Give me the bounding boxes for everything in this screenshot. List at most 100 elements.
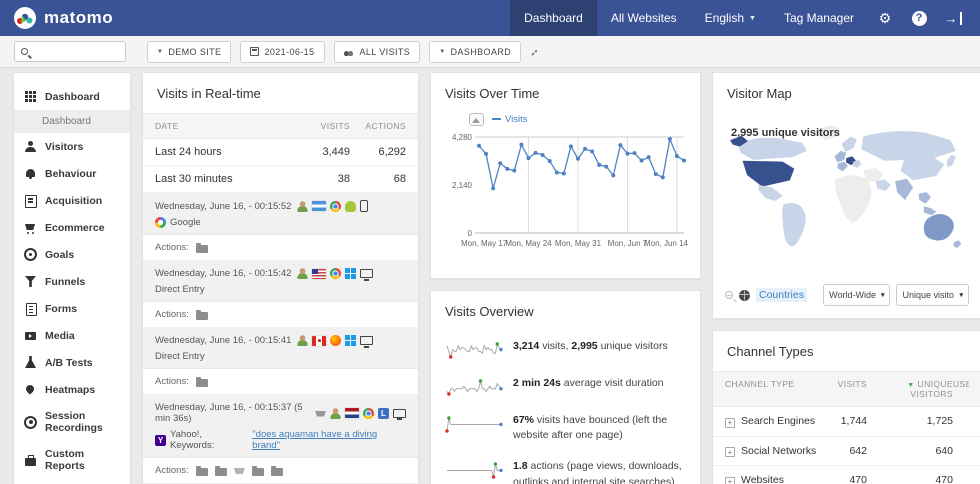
sparkline[interactable] (445, 340, 503, 360)
drop-icon (24, 383, 37, 396)
zoom-out-icon[interactable] (725, 291, 733, 299)
visit-row[interactable]: Wednesday, June 16, - 00:15:41Direct Ent… (143, 328, 418, 369)
keyword-link[interactable]: "does aquaman have a diving brand" (252, 429, 406, 451)
realtime-col-visits[interactable]: VISITS (292, 121, 350, 131)
expand-plus-icon[interactable]: + (725, 477, 735, 484)
visits-line-chart: 02,1404,280Mon, May 17Mon, May 24Mon, Ma… (441, 115, 690, 267)
expand-plus-icon[interactable]: + (725, 447, 735, 457)
gear-icon[interactable]: ⚙ (868, 0, 902, 36)
folder-icon (196, 379, 208, 387)
sidebar-item-session-recordings[interactable]: Session Recordings (14, 403, 130, 441)
flask-icon (24, 356, 37, 369)
cart-icon (24, 221, 37, 234)
cart-icon (315, 411, 326, 417)
channel-label[interactable]: +Search Engines (725, 415, 817, 428)
sidebar-item-heatmaps[interactable]: Heatmaps (14, 376, 130, 403)
target-icon (24, 248, 37, 261)
summary-actions: 6,292 (350, 146, 406, 158)
referrer-text: Yahoo!, Keywords: (170, 429, 248, 451)
sidebar-item-behaviour[interactable]: Behaviour (14, 160, 130, 187)
channel-label[interactable]: +Social Networks (725, 445, 817, 458)
col-channel-type[interactable]: CHANNEL TYPE (725, 379, 817, 399)
nav-item-english[interactable]: English▼ (691, 0, 770, 36)
world-map[interactable] (723, 117, 971, 267)
countries-link[interactable]: Countries (756, 288, 807, 302)
sidebar-item-label: Heatmaps (45, 384, 95, 396)
channel-visits: 1,744 (817, 415, 867, 427)
overview-text: 2 min 24s average visit duration (513, 376, 664, 391)
expand-zen-icon[interactable]: ↕ (528, 44, 542, 58)
book-icon (24, 194, 37, 207)
sidebar-item-forms[interactable]: Forms (14, 295, 130, 322)
sidebar-item-goals[interactable]: Goals (14, 241, 130, 268)
col-users[interactable]: USERS (953, 379, 969, 399)
sidebar-item-custom-reports[interactable]: Custom Reports (14, 441, 130, 479)
media-icon (24, 329, 37, 342)
linux-icon: L (378, 408, 389, 419)
overview-text: 3,214 visits, 2,995 unique visitors (513, 339, 668, 354)
sidebar-item-visitors[interactable]: Visitors (14, 133, 130, 160)
channel-visits: 470 (817, 474, 867, 484)
sidebar-item-label: Visitors (45, 141, 83, 153)
channel-label[interactable]: +Websites (725, 474, 817, 484)
folder-icon (215, 468, 227, 476)
brand-text: matomo (44, 8, 113, 28)
visit-referrer-line: YYahoo!, Keywords: "does aquaman have a … (155, 429, 406, 451)
legend-visits[interactable]: Visits (492, 114, 528, 125)
sidebar-item-acquisition[interactable]: Acquisition (14, 187, 130, 214)
visit-row[interactable]: Wednesday, June 16, - 00:15:52Google (143, 193, 418, 235)
visit-row[interactable]: Wednesday, June 16, - 00:15:37 (5 min 36… (143, 395, 418, 458)
search-input[interactable] (33, 46, 119, 57)
visit-actions-row: Actions: (143, 235, 418, 261)
nav-item-all-websites[interactable]: All Websites (597, 0, 691, 36)
chevron-down-icon: ▼ (749, 15, 756, 22)
sidebar-item-label: Forms (45, 303, 77, 315)
metric-select[interactable]: Unique visitors▾ (896, 284, 969, 306)
people-icon (24, 140, 37, 153)
visit-row[interactable]: Wednesday, June 16, - 00:15:42Direct Ent… (143, 261, 418, 302)
actions-label: Actions: (155, 465, 189, 476)
col-visits[interactable]: VISITS (817, 379, 867, 399)
widget-title: Visitor Map (713, 73, 980, 113)
calendar-icon (250, 47, 259, 56)
quickbar-2021-06-15-button[interactable]: 2021-06-15 (240, 41, 324, 63)
sidebar-item-dashboard[interactable]: Dashboard (14, 83, 130, 110)
quickbar-demo-site-button[interactable]: ▼DEMO SITE (147, 41, 231, 63)
desktop-icon (393, 409, 406, 418)
sparkline[interactable] (445, 460, 503, 480)
help-icon[interactable]: ? (902, 0, 936, 36)
overview-row: 1.8 actions (page views, downloads, outl… (431, 451, 700, 484)
windows-icon (345, 268, 356, 279)
col-unique-visitors[interactable]: UNIQUE VISITORS (910, 379, 953, 399)
sidebar-item-funnels[interactable]: Funnels (14, 268, 130, 295)
folder-icon (252, 468, 264, 476)
sparkline[interactable] (445, 377, 503, 397)
expand-plus-icon[interactable]: + (725, 418, 735, 428)
region-select[interactable]: World-Wide▾ (823, 284, 890, 306)
visit-actions-row: Actions: (143, 302, 418, 328)
sidebar-item-media[interactable]: Media (14, 322, 130, 349)
svg-text:Mon, May 17: Mon, May 17 (461, 239, 508, 248)
realtime-col-date[interactable]: DATE (155, 121, 292, 131)
sidebar-item-ecommerce[interactable]: Ecommerce (14, 214, 130, 241)
sidebar-item-label: Behaviour (45, 168, 96, 180)
realtime-col-actions[interactable]: ACTIONS (350, 121, 406, 131)
top-navbar: matomo DashboardAll WebsitesEnglish▼Tag … (0, 0, 980, 36)
button-label: DASHBOARD (451, 47, 512, 57)
export-image-icon[interactable] (469, 113, 484, 126)
matomo-brand[interactable]: matomo (14, 7, 113, 29)
signin-icon[interactable]: → (936, 0, 970, 36)
quickbar-dashboard-button[interactable]: ▼DASHBOARD (429, 41, 521, 63)
summary-actions: 68 (350, 173, 406, 185)
quickbar-all-visits-button[interactable]: ALL VISITS (334, 41, 421, 63)
sidebar-subitem-dashboard[interactable]: Dashboard (14, 110, 130, 133)
sparkline[interactable] (445, 414, 503, 434)
button-label: DEMO SITE (168, 47, 221, 57)
nav-item-tag-manager[interactable]: Tag Manager (770, 0, 868, 36)
report-icon (24, 454, 37, 467)
sidebar-item-a-b-tests[interactable]: A/B Tests (14, 349, 130, 376)
flag-ca-icon (312, 336, 326, 346)
widget-title: Visits Over Time (431, 73, 700, 113)
search-box[interactable] (14, 41, 126, 62)
nav-item-dashboard[interactable]: Dashboard (510, 0, 597, 36)
